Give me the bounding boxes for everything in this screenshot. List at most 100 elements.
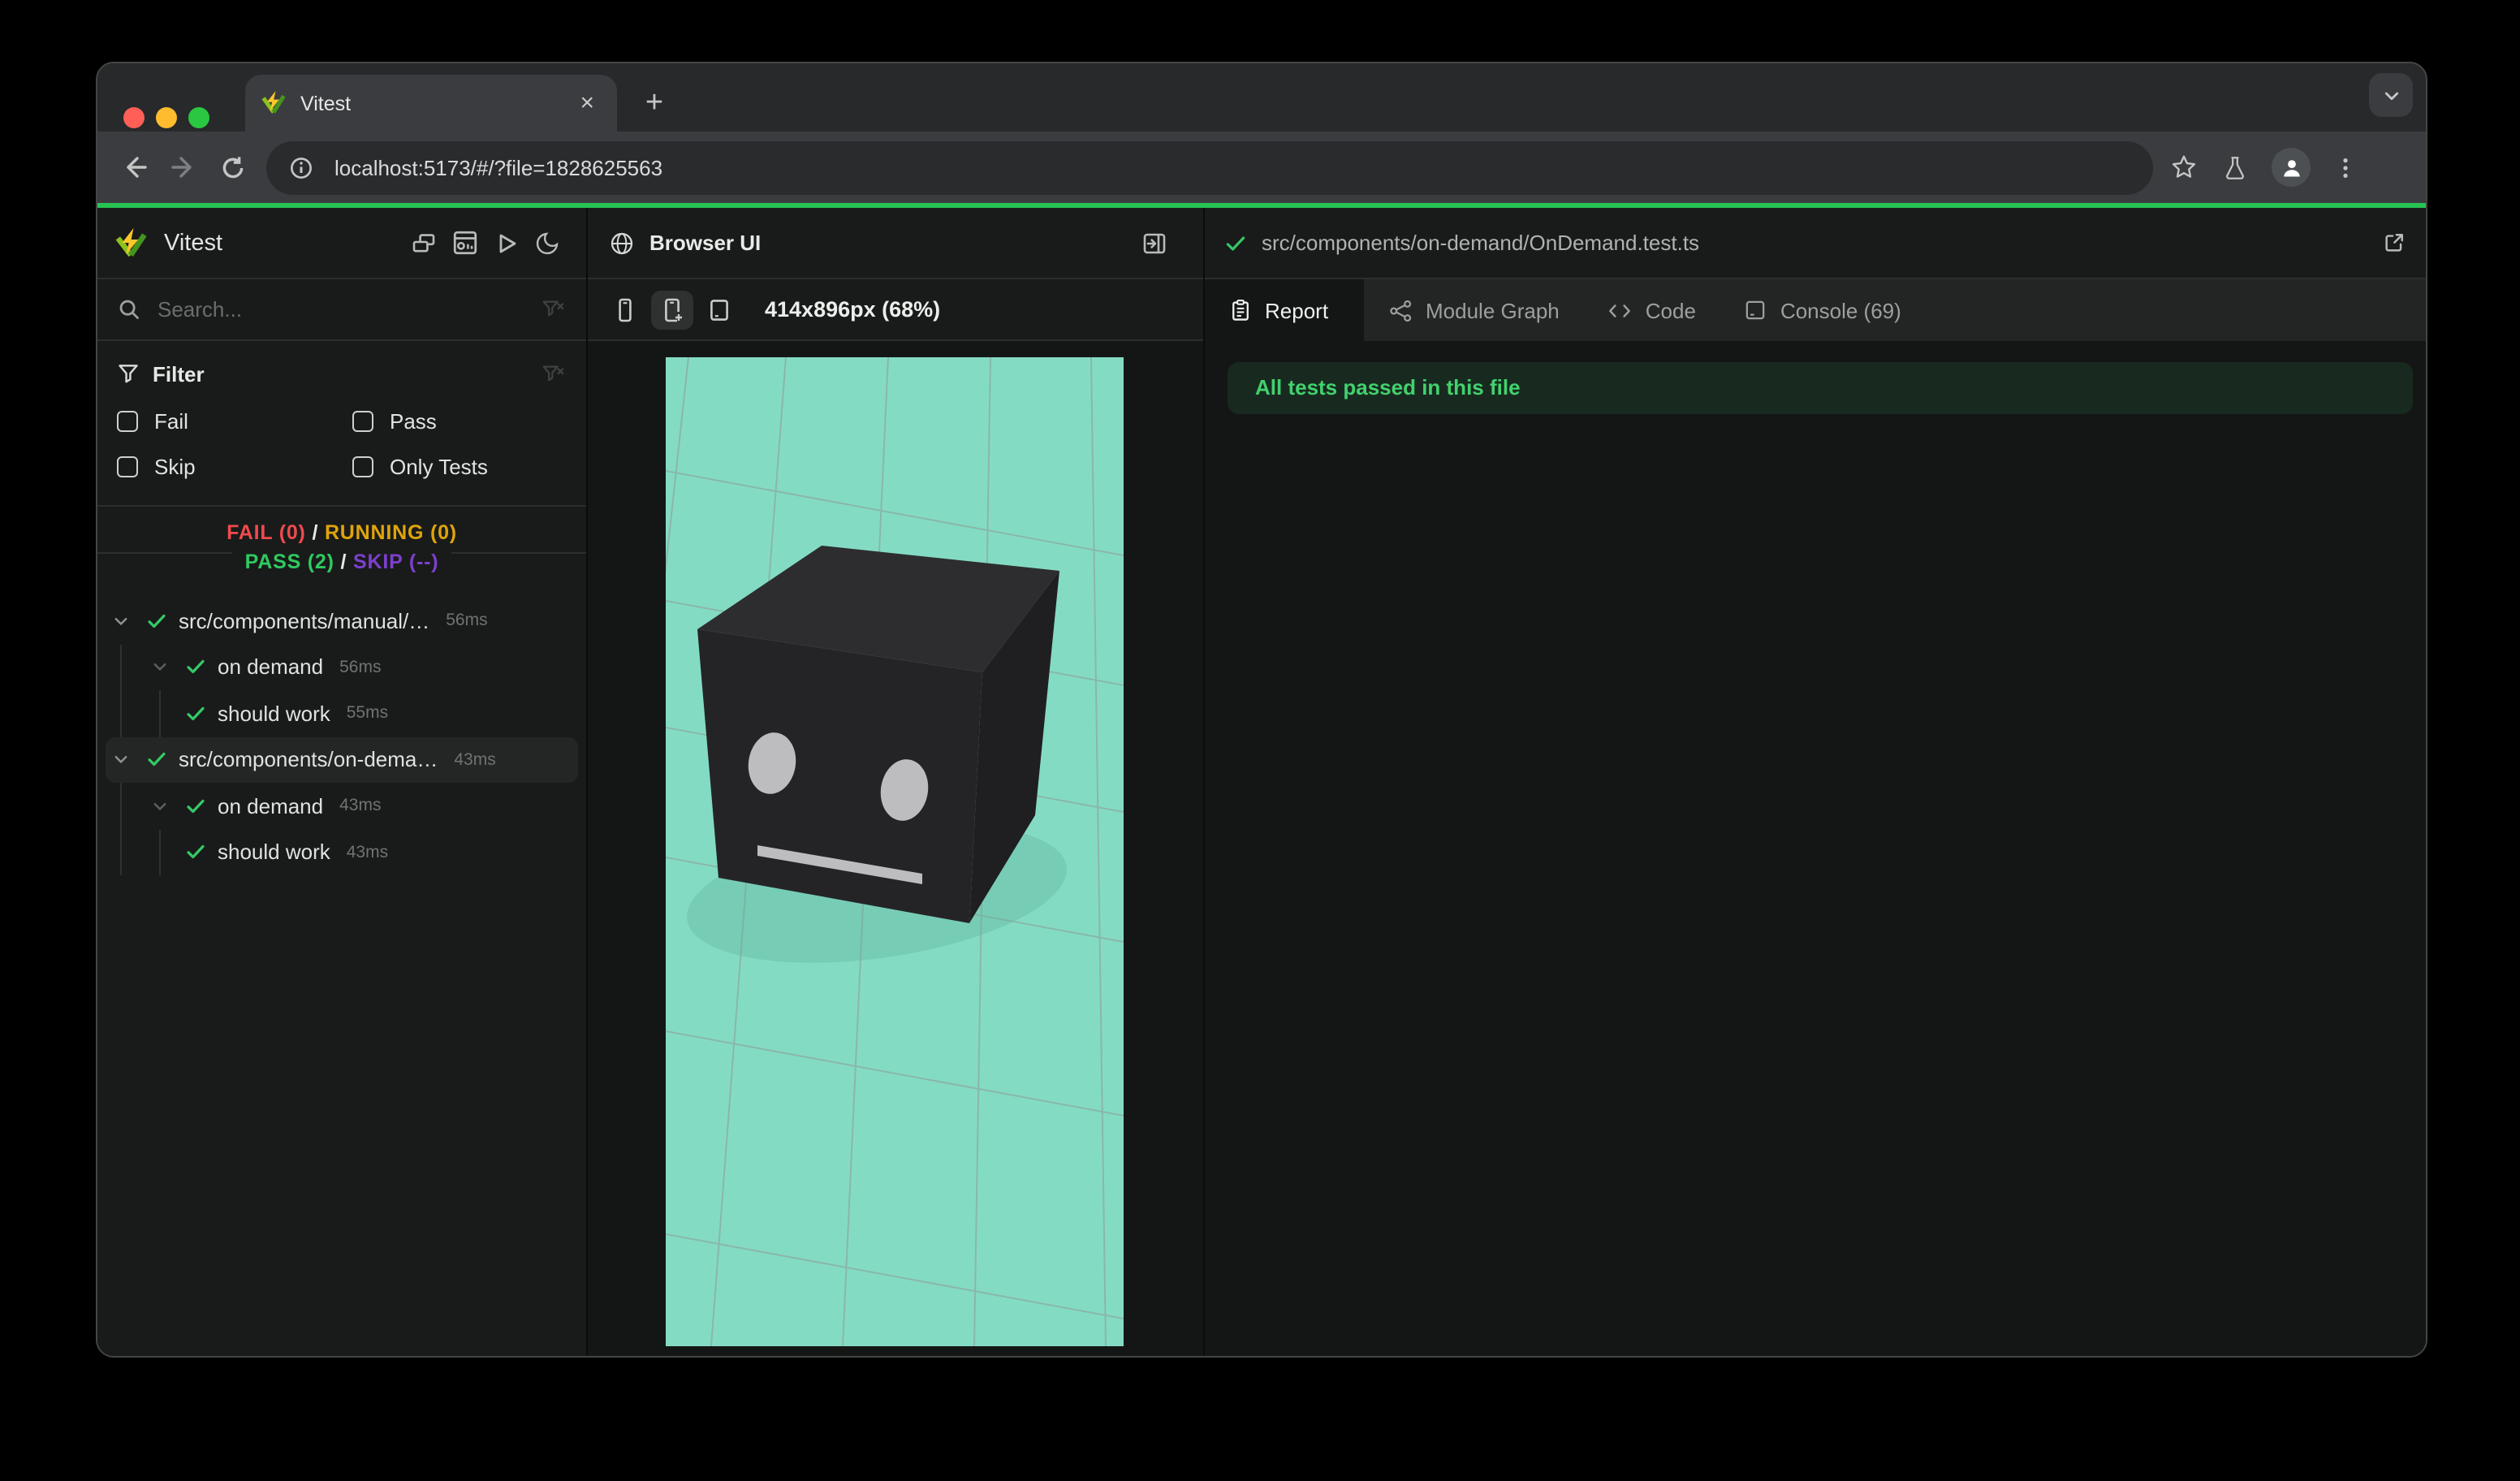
pass-check-icon	[143, 611, 169, 632]
checkbox-icon[interactable]	[117, 411, 138, 432]
summary-line-1: FAIL (0) / RUNNING (0)	[214, 520, 470, 547]
browser-toolbar	[97, 132, 2426, 203]
report-header: src/components/on-demand/OnDemand.test.t…	[1205, 208, 2426, 279]
tab-module-graph[interactable]: Module Graph	[1364, 279, 1584, 341]
filter-header: Filter	[117, 354, 565, 393]
pass-count: PASS (2)	[244, 551, 334, 573]
tree-row-file[interactable]: src/components/manual/… 56ms	[97, 598, 586, 644]
tree-row-test[interactable]: should work 43ms	[97, 829, 586, 875]
reload-icon	[222, 156, 243, 178]
checkbox-label: Only Tests	[390, 455, 488, 479]
new-tab-button[interactable]: +	[633, 83, 675, 125]
profile-avatar[interactable]	[2272, 148, 2311, 187]
checkbox-label: Pass	[390, 409, 437, 434]
filter-checkbox-only-tests[interactable]: Only Tests	[352, 455, 565, 479]
site-info-icon[interactable]	[289, 155, 313, 179]
reload-button[interactable]	[208, 143, 257, 192]
filter-checkbox-pass[interactable]: Pass	[352, 409, 565, 434]
chevron-down-icon[interactable]	[107, 612, 133, 630]
tab-close-icon[interactable]: ×	[573, 89, 601, 117]
forward-arrow-icon	[171, 157, 192, 178]
browser-ui-title: Browser UI	[649, 231, 762, 255]
open-in-editor-button[interactable]	[2382, 231, 2406, 255]
tree-row-test[interactable]: should work 55ms	[97, 690, 586, 736]
tree-row-suite[interactable]: on demand 56ms	[97, 644, 586, 690]
checkbox-icon[interactable]	[352, 456, 373, 477]
tab-label: Module Graph	[1426, 298, 1560, 322]
funnel-icon	[119, 365, 138, 383]
globe-icon	[611, 231, 633, 254]
search-icon	[119, 300, 139, 319]
forward-button[interactable]	[159, 143, 208, 192]
robot-cube-scene	[666, 357, 1124, 1346]
tree-row-file-selected[interactable]: src/components/on-dema… 43ms	[97, 736, 586, 783]
tab-console[interactable]: Console (69)	[1720, 279, 1926, 341]
device-preset-medium-button[interactable]	[651, 290, 693, 329]
hide-panel-button[interactable]	[1141, 230, 1167, 256]
back-arrow-icon	[127, 157, 147, 178]
search-bar	[97, 279, 586, 341]
test-duration: 43ms	[339, 796, 382, 816]
skip-count: SKIP (--)	[353, 551, 439, 573]
device-preset-large-button[interactable]	[698, 290, 740, 329]
collapse-panels-button[interactable]	[411, 230, 437, 256]
test-duration: 56ms	[339, 657, 382, 677]
toolbar-actions	[2169, 148, 2358, 187]
close-window-button[interactable]	[123, 107, 145, 128]
address-bar[interactable]	[266, 140, 2153, 194]
dashboard-button[interactable]	[451, 229, 479, 257]
tab-code[interactable]: Code	[1584, 279, 1720, 341]
chevron-down-icon	[2384, 91, 2398, 100]
tab-label: Console (69)	[1780, 298, 1901, 322]
filter-title: Filter	[153, 361, 205, 386]
checkbox-label: Skip	[154, 455, 196, 479]
checkbox-icon[interactable]	[352, 411, 373, 432]
filter-checkbox-fail[interactable]: Fail	[117, 409, 352, 434]
tab-report[interactable]: Report	[1205, 279, 1364, 341]
test-file-name: src/components/manual/…	[179, 608, 430, 633]
tab-title: Vitest	[300, 92, 352, 114]
back-button[interactable]	[110, 143, 159, 192]
menu-kebab-icon[interactable]	[2333, 155, 2358, 179]
fail-count: FAIL (0)	[227, 521, 306, 544]
clear-filters-icon[interactable]	[541, 361, 565, 386]
tree-row-suite[interactable]: on demand 43ms	[97, 783, 586, 829]
test-duration: 43ms	[454, 749, 496, 770]
run-all-button[interactable]	[494, 230, 520, 256]
url-input[interactable]	[331, 153, 2130, 181]
search-input[interactable]	[154, 296, 541, 323]
test-duration: 43ms	[346, 842, 389, 862]
browser-ui-panel: Browser UI 414x896px (68%)	[588, 208, 1203, 1356]
bookmark-star-icon[interactable]	[2169, 153, 2199, 182]
report-content: All tests passed in this file	[1205, 341, 2426, 1356]
filter-checkbox-skip[interactable]: Skip	[117, 455, 352, 479]
chevron-down-icon[interactable]	[146, 658, 172, 676]
pass-check-icon	[143, 749, 169, 771]
test-file-path: src/components/on-demand/OnDemand.test.t…	[1262, 231, 1700, 255]
device-toolbar: 414x896px (68%)	[588, 279, 1203, 341]
play-icon	[499, 233, 516, 253]
vitest-ui: Vitest Search... Filter Fail Pass Skip O…	[97, 208, 2426, 1356]
code-icon	[1609, 304, 1631, 317]
vitest-logo-icon	[115, 227, 147, 257]
test-file-name: src/components/on-dema…	[179, 747, 438, 772]
cube-front-face	[697, 629, 982, 923]
clear-search-filter-icon[interactable]	[541, 297, 565, 322]
browser-window: Vitest × + localhost:5173/#/?file=182862…	[96, 62, 2427, 1358]
dark-mode-toggle[interactable]	[534, 230, 560, 256]
pass-check-icon	[182, 842, 208, 863]
tested-app-viewport[interactable]	[666, 357, 1124, 1346]
chevron-down-icon[interactable]	[107, 751, 133, 769]
chevron-down-icon[interactable]	[146, 797, 172, 815]
browser-tab[interactable]: Vitest ×	[245, 75, 617, 132]
screen: Vitest × + localhost:5173/#/?file=182862…	[0, 0, 2520, 1481]
phone-plus-icon	[665, 297, 682, 322]
device-preset-small-button[interactable]	[604, 290, 646, 329]
checkbox-icon[interactable]	[117, 456, 138, 477]
zoom-window-button[interactable]	[188, 107, 209, 128]
module-graph-icon	[1390, 299, 1412, 322]
tab-search-chevron-button[interactable]	[2369, 73, 2413, 117]
tablet-icon	[710, 299, 728, 320]
minimize-window-button[interactable]	[156, 107, 177, 128]
experiments-flask-icon[interactable]	[2221, 153, 2249, 181]
